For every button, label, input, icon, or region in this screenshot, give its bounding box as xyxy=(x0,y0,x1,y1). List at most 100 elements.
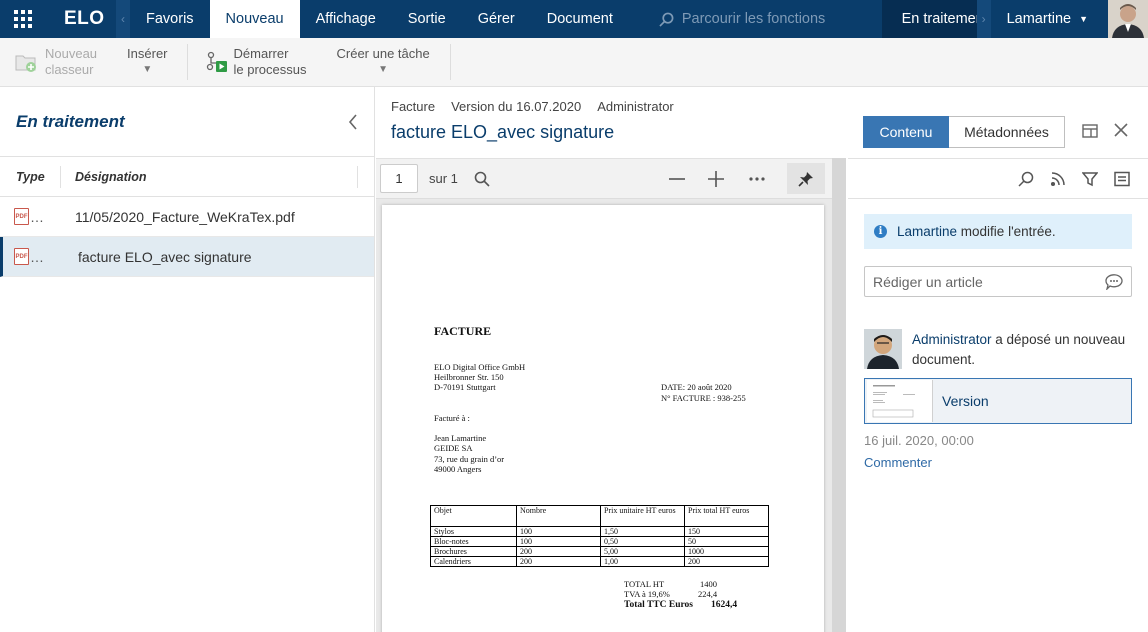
chevron-left-icon[interactable] xyxy=(348,113,358,130)
invoice-table-row: Brochures 200 5,00 1000 xyxy=(430,546,769,557)
app-grid-icon[interactable] xyxy=(0,0,46,38)
rss-icon[interactable] xyxy=(1050,171,1066,187)
activity-user-link[interactable]: Administrator xyxy=(912,332,992,347)
user-menu[interactable]: Lamartine ▼ xyxy=(991,0,1108,38)
table-row[interactable]: PDF… 11/05/2020_Facture_WeKraTex.pdf xyxy=(0,197,374,237)
insert-button[interactable]: Insérer ▼ xyxy=(127,46,167,78)
search-icon[interactable] xyxy=(474,171,490,187)
create-task-button[interactable]: Créer une tâche ▼ xyxy=(337,46,430,78)
menu-tab-sortie[interactable]: Sortie xyxy=(392,0,462,38)
insert-label: Insérer xyxy=(127,46,168,61)
sender-line: ELO Digital Office GmbH xyxy=(434,362,526,372)
table-cell: 1,00 xyxy=(600,556,685,567)
emoji-comment-icon[interactable] xyxy=(1105,273,1123,290)
user-avatar[interactable] xyxy=(1108,0,1148,38)
table-cell: Stylos xyxy=(430,526,517,537)
table-cell: Brochures xyxy=(430,546,517,557)
invoice-date: DATE: 20 août 2020 xyxy=(661,382,732,392)
pin-icon xyxy=(798,171,813,187)
recipient-line: Jean Lamartine xyxy=(434,433,487,443)
document-viewer: FACTURE ELO Digital Office GmbH Heilbron… xyxy=(376,158,846,632)
workflow-start-icon xyxy=(206,51,227,72)
zoom-in-icon[interactable] xyxy=(708,171,724,187)
info-text: modifie l'entrée. xyxy=(957,224,1056,239)
menu-tab-favoris[interactable]: Favoris xyxy=(130,0,210,38)
tva-label: TVA à 19,6% xyxy=(624,589,670,599)
table-header-cell: Prix total HT euros xyxy=(684,505,769,527)
document-title: facture ELO_avec signature xyxy=(391,122,615,142)
function-search-placeholder: Parcourir les fonctions xyxy=(681,11,826,27)
version-card[interactable]: Version xyxy=(864,378,1132,424)
document-header: Facture Version du 16.07.2020 Administra… xyxy=(376,87,1148,157)
column-type[interactable]: Type xyxy=(0,170,60,184)
compose-article-input[interactable]: Rédiger un article xyxy=(864,266,1132,297)
table-cell: 50 xyxy=(684,536,769,547)
viewer-scrollbar[interactable] xyxy=(832,158,846,632)
table-cell: 100 xyxy=(516,526,601,537)
table-cell: 5,00 xyxy=(600,546,685,557)
info-icon: i xyxy=(874,225,887,238)
invoice-number: N° FACTURE : 938-255 xyxy=(661,393,746,403)
table-cell: 200 xyxy=(516,556,601,567)
panel-title: En traitement xyxy=(16,111,125,131)
table-cell: 200 xyxy=(516,546,601,557)
pin-button[interactable] xyxy=(787,163,825,194)
user-name: Lamartine xyxy=(1006,11,1072,27)
menu-scroll-right-icon[interactable]: › xyxy=(976,0,991,38)
menu-tab-nouveau[interactable]: Nouveau xyxy=(209,0,300,38)
work-list-header: En traitement xyxy=(0,87,374,157)
menu-tab-gerer[interactable]: Gérer xyxy=(462,0,531,38)
info-user-link[interactable]: Lamartine xyxy=(897,224,957,239)
top-menu-bar: ELO ‹ Favoris Nouveau Affichage Sortie G… xyxy=(0,0,1148,38)
list-icon[interactable] xyxy=(1114,171,1130,187)
crumb-version: Version du 16.07.2020 xyxy=(451,99,582,114)
table-cell: 150 xyxy=(684,526,769,537)
column-divider[interactable] xyxy=(357,165,358,188)
filter-icon[interactable] xyxy=(1082,171,1098,187)
start-process-button[interactable]: Démarrer le processus xyxy=(206,46,307,78)
table-header-cell: Nombre xyxy=(516,505,601,527)
file-type-cell: PDF… xyxy=(3,248,78,265)
search-icon xyxy=(659,12,674,27)
pdf-file-icon: PDF xyxy=(14,208,29,225)
menu-tab-affichage[interactable]: Affichage xyxy=(300,0,392,38)
menu-scroll-left-icon[interactable]: ‹ xyxy=(116,0,130,38)
invoice-table-header: Objet Nombre Prix unitaire HT euros Prix… xyxy=(430,505,769,527)
status-tab[interactable]: En traitement xyxy=(881,0,977,38)
new-folder-button[interactable]: Nouveau classeur xyxy=(15,46,97,78)
start-process-label-2: le processus xyxy=(233,62,307,77)
viewer-toolbar: 1 sur 1 xyxy=(376,158,846,199)
ribbon-divider xyxy=(449,44,451,80)
version-label: Version xyxy=(942,393,989,409)
table-cell: 1000 xyxy=(684,546,769,557)
table-cell: 100 xyxy=(516,536,601,547)
avatar[interactable] xyxy=(864,329,902,369)
tab-content[interactable]: Contenu xyxy=(863,116,949,148)
close-icon[interactable] xyxy=(1114,123,1128,137)
invoice-title: FACTURE xyxy=(434,324,492,338)
type-ellipsis: … xyxy=(30,208,44,225)
function-search[interactable]: Parcourir les fonctions xyxy=(659,0,882,38)
menu-tab-document[interactable]: Document xyxy=(531,0,629,38)
table-cell: Bloc-notes xyxy=(430,536,517,547)
total-ht-value: 1400 xyxy=(700,579,717,589)
table-header-cell: Objet xyxy=(430,505,517,527)
folder-add-icon xyxy=(15,55,36,72)
tab-metadata[interactable]: Métadonnées xyxy=(949,116,1065,148)
column-designation[interactable]: Désignation xyxy=(61,170,357,184)
new-folder-label-1: Nouveau xyxy=(45,46,98,61)
comment-link[interactable]: Commenter xyxy=(864,455,932,470)
page-number-input[interactable]: 1 xyxy=(380,164,418,193)
invoice-table-row: Bloc-notes 100 0,50 50 xyxy=(430,536,769,547)
layout-icon[interactable] xyxy=(1082,123,1098,139)
info-message: Lamartine modifie l'entrée. xyxy=(897,224,1056,239)
zoom-out-icon[interactable] xyxy=(669,178,685,180)
total-ttc-value: 1624,4 xyxy=(711,600,738,610)
more-icon[interactable] xyxy=(749,177,765,181)
table-row-selected[interactable]: PDF… facture ELO_avec signature xyxy=(0,237,374,277)
work-list-panel: En traitement Type Désignation PDF… 11/0… xyxy=(0,87,375,632)
pdf-page: FACTURE ELO Digital Office GmbH Heilbron… xyxy=(382,205,824,632)
pdf-file-icon: PDF xyxy=(14,248,29,265)
table-cell: Calendriers xyxy=(430,556,517,567)
search-icon[interactable] xyxy=(1018,171,1034,187)
